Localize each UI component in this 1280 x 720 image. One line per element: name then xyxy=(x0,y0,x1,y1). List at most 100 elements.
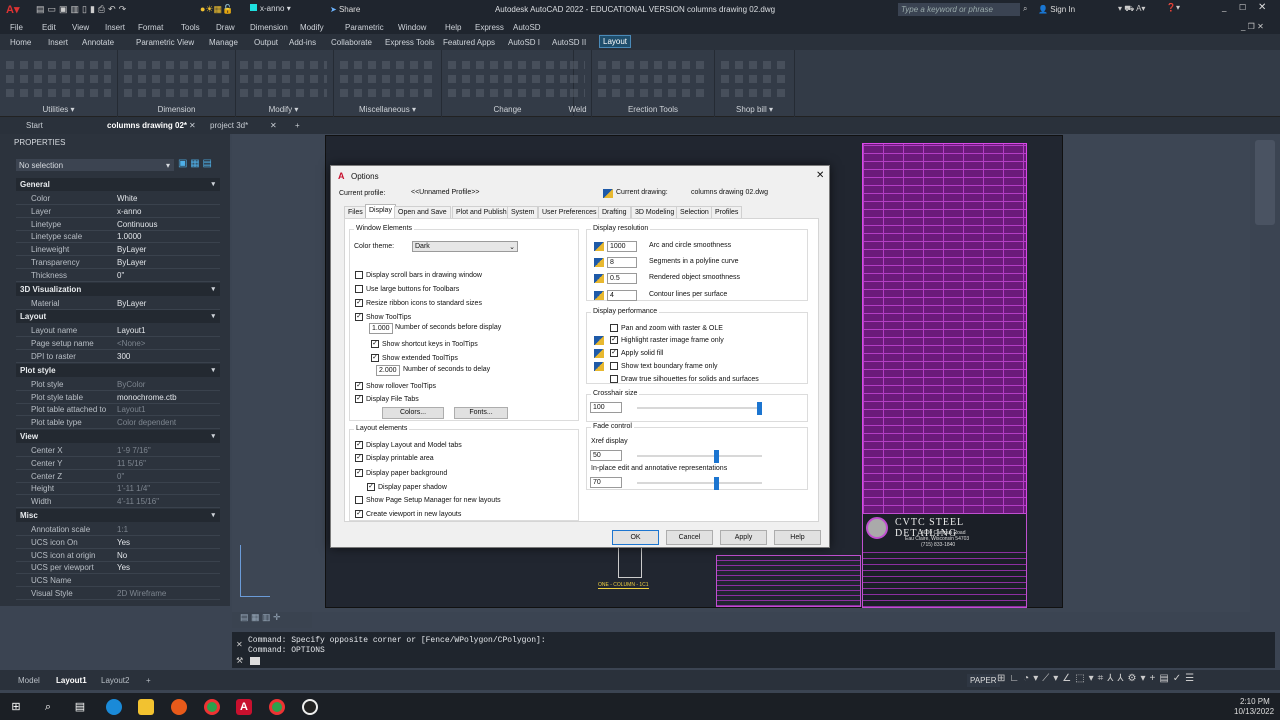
tab-display[interactable]: Display xyxy=(365,204,396,219)
property-row[interactable]: Color White xyxy=(16,192,220,205)
tool-icons[interactable] xyxy=(570,55,585,97)
property-row[interactable]: Layout name Layout1 xyxy=(16,324,220,338)
property-value[interactable]: 11 5/16" xyxy=(117,459,146,468)
ribbon-tab-parametric[interactable]: Parametric xyxy=(136,38,175,47)
menu-format[interactable]: Format xyxy=(138,23,163,32)
ribbon-tab-express-tools[interactable]: Express Tools xyxy=(385,38,435,47)
ribbon-tab-autosd-ii[interactable]: AutoSD II xyxy=(552,38,586,47)
checkbox-box[interactable]: ✓ xyxy=(355,441,363,449)
ribbon-tab-manage[interactable]: Manage xyxy=(209,38,238,47)
doc-tab-project-3d[interactable]: project 3d* xyxy=(210,121,248,130)
doc-tab-start[interactable]: Start xyxy=(26,121,43,130)
section-layout[interactable]: Layout ▾ xyxy=(16,310,220,324)
property-row[interactable]: Center X 1'-9 7/16" xyxy=(16,444,220,457)
property-row[interactable]: Plot style ByColor xyxy=(16,378,220,391)
close-tab-icon[interactable]: ✕ xyxy=(189,121,196,130)
checkbox-highlight-raster-image-frame-only[interactable]: ✓ Highlight raster image frame only xyxy=(610,336,724,346)
tool-icons[interactable] xyxy=(721,55,788,97)
checkbox-box[interactable]: ✓ xyxy=(371,354,379,362)
chevron-down-icon[interactable]: ▾ xyxy=(211,312,215,320)
property-value[interactable]: ByLayer xyxy=(117,258,146,267)
property-value[interactable]: 300 xyxy=(117,352,130,361)
add-layout-icon[interactable]: + xyxy=(146,676,151,685)
tool-icons[interactable] xyxy=(240,55,327,97)
checkbox-box[interactable] xyxy=(610,324,618,332)
checkbox-display-file-tabs[interactable]: ✓ Display File Tabs xyxy=(355,395,419,405)
checkbox-box[interactable] xyxy=(355,496,363,504)
doc-window-controls-icon[interactable]: _ ❐ ✕ xyxy=(1241,22,1264,31)
chevron-down-icon[interactable]: ▾ xyxy=(211,180,215,188)
ribbon-tab-home[interactable]: Home xyxy=(10,38,31,47)
tab-model[interactable]: Model xyxy=(18,676,40,685)
close-command-icon[interactable]: ✕ xyxy=(236,640,243,649)
property-value[interactable]: 0" xyxy=(117,271,124,280)
help-icon[interactable]: ❓▾ xyxy=(1166,3,1180,12)
command-line[interactable]: ✕ Command: Specify opposite corner or [F… xyxy=(232,632,1275,668)
inplace-fade-slider-thumb[interactable] xyxy=(714,477,720,490)
menu-file[interactable]: File xyxy=(10,23,23,32)
tooltip-seconds-input[interactable]: 1.000 xyxy=(369,323,393,334)
status-bar-icons[interactable]: ⊞∟◔▾⟋▾∠⬚▾⌗⅄⅄⚙▾+▤✓☰ xyxy=(997,673,1198,684)
menu-view[interactable]: View xyxy=(72,23,89,32)
property-value[interactable]: <None> xyxy=(117,339,145,348)
color-theme-select[interactable]: Dark ⌄ xyxy=(412,241,518,252)
property-value[interactable]: Yes xyxy=(117,538,130,547)
checkbox-display-paper-background[interactable]: ✓ Display paper background xyxy=(355,469,447,479)
menu-dimension[interactable]: Dimension xyxy=(250,23,288,32)
viewport-controls[interactable]: ▤ ▦ ▥ ✛ xyxy=(232,612,312,628)
inplace-fade-slider-track[interactable] xyxy=(637,482,762,484)
property-value[interactable]: 0" xyxy=(117,472,124,481)
resolution-input[interactable]: 1000 xyxy=(607,241,637,252)
section-plot-style[interactable]: Plot style ▾ xyxy=(16,363,220,377)
menu-express[interactable]: Express xyxy=(475,23,504,32)
panel-label[interactable]: Modify ▾ xyxy=(234,105,333,114)
autocad-taskbar-icon[interactable]: A xyxy=(236,699,252,715)
navigation-bar[interactable] xyxy=(1255,140,1275,225)
section-misc[interactable]: Misc ▾ xyxy=(16,509,220,522)
property-row[interactable]: Visual Style 2D Wireframe xyxy=(16,587,220,600)
panel-label[interactable]: Change xyxy=(442,105,573,114)
property-row[interactable]: Center Z 0" xyxy=(16,470,220,483)
property-value[interactable]: ByLayer xyxy=(117,245,146,254)
property-value[interactable]: Color dependent xyxy=(117,418,176,427)
panel-label[interactable]: Utilities ▾ xyxy=(0,105,117,114)
checkbox-box[interactable] xyxy=(610,362,618,370)
checkbox-box[interactable] xyxy=(355,271,363,279)
property-value[interactable]: Yes xyxy=(117,563,130,572)
ribbon-tab-featured-apps[interactable]: Featured Apps xyxy=(443,38,495,47)
chevron-down-icon[interactable]: ▾ xyxy=(211,432,215,440)
checkbox-box[interactable]: ✓ xyxy=(371,340,379,348)
tool-icons[interactable] xyxy=(598,55,708,97)
obs-icon[interactable] xyxy=(302,699,318,715)
property-row[interactable]: Width 4'-11 15/16" xyxy=(16,495,220,509)
checkbox-show-rollover-tooltips[interactable]: ✓ Show rollover ToolTips xyxy=(355,382,436,392)
checkbox-box[interactable]: ✓ xyxy=(355,299,363,307)
tool-icons[interactable] xyxy=(448,55,567,97)
property-row[interactable]: Center Y 11 5/16" xyxy=(16,457,220,470)
autocad-logo-icon[interactable]: A▾ xyxy=(6,3,19,16)
property-row[interactable]: Plot style table monochrome.ctb xyxy=(16,391,220,404)
ribbon-tab-output[interactable]: Output xyxy=(254,38,278,47)
sign-in-button[interactable]: 👤 Sign In xyxy=(1038,5,1075,14)
property-row[interactable]: UCS per viewport Yes xyxy=(16,561,220,575)
fonts-button[interactable]: Fonts... xyxy=(454,407,508,419)
ok-button[interactable]: OK xyxy=(612,530,659,545)
search-taskbar-icon[interactable]: ⌕ xyxy=(40,699,56,715)
property-row[interactable]: UCS Name xyxy=(16,574,220,588)
property-value[interactable]: Layout1 xyxy=(117,405,145,414)
property-row[interactable]: Transparency ByLayer xyxy=(16,256,220,269)
layer-state-icons[interactable]: ●☀▦🔓 xyxy=(200,4,233,15)
property-row[interactable]: Height 1'-11 1/4" xyxy=(16,482,220,496)
ribbon-tab-layout[interactable]: Layout xyxy=(598,35,632,48)
firefox-icon[interactable] xyxy=(171,699,187,715)
menu-parametric[interactable]: Parametric xyxy=(345,23,384,32)
close-icon[interactable]: ✕ xyxy=(816,170,824,181)
chrome-icon[interactable] xyxy=(204,699,220,715)
tool-icons[interactable] xyxy=(340,55,435,97)
menu-window[interactable]: Window xyxy=(398,23,426,32)
section-general[interactable]: General ▾ xyxy=(16,178,220,191)
menu-insert[interactable]: Insert xyxy=(105,23,125,32)
property-row[interactable]: Linetype scale 1.0000 xyxy=(16,230,220,244)
checkbox-draw-true-silhouettes-for-solids-and-surfaces[interactable]: Draw true silhouettes for solids and sur… xyxy=(610,375,759,385)
doc-tab-columns-drawing-02[interactable]: columns drawing 02* xyxy=(107,121,187,130)
